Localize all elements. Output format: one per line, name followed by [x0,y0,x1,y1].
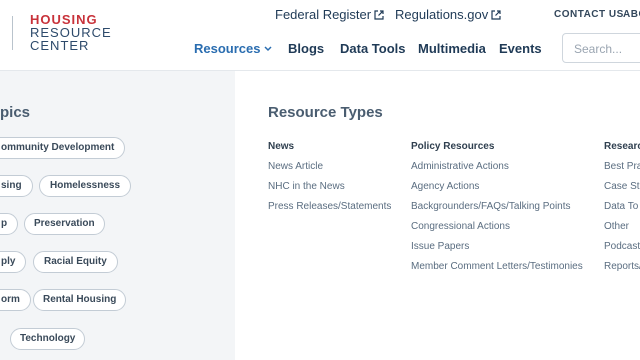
nav-multimedia[interactable]: Multimedia [418,41,486,56]
external-link-icon [491,10,501,20]
research-link[interactable]: Data To [604,201,638,212]
policy-resources-column-heading: Policy Resources [411,141,495,152]
nav-resources[interactable]: Resources [194,41,273,56]
nav-events[interactable]: Events [499,41,542,56]
about-link[interactable]: ABO [623,9,640,20]
chevron-down-icon [264,46,273,52]
research-link[interactable]: Reports/ [604,261,640,272]
site-header: HOUSING RESOURCE CENTER Federal Register… [0,0,640,71]
policy-resources-link[interactable]: Administrative Actions [411,161,509,172]
contact-us-link[interactable]: CONTACT US [554,9,624,20]
research-link[interactable]: Best Pra [604,161,640,172]
topic-pill-preservation[interactable]: Preservation [24,213,105,235]
resources-mega-menu: pics ommunity Development sing Homelessn… [0,71,640,360]
resource-types-panel: Resource Types News News Article NHC in … [235,71,640,360]
policy-resources-link[interactable]: Agency Actions [411,181,479,192]
federal-register-label: Federal Register [275,7,372,22]
logo-divider [12,16,13,50]
policy-resources-link[interactable]: Issue Papers [411,241,469,252]
topic-pill-racial-equity[interactable]: Racial Equity [33,251,118,273]
search-input[interactable]: Search... [562,33,640,63]
policy-resources-link[interactable]: Congressional Actions [411,221,510,232]
news-column-heading: News [268,141,295,152]
topic-pill-supply[interactable]: ply [0,251,27,273]
topic-pill-rental-housing[interactable]: Rental Housing [33,289,127,311]
nav-data-tools[interactable]: Data Tools [340,41,406,56]
topic-pill-technology[interactable]: Technology [10,328,86,350]
topic-pill-community-development[interactable]: ommunity Development [0,137,126,159]
topics-panel: pics ommunity Development sing Homelessn… [0,71,235,360]
research-link[interactable]: Podcast [604,241,640,252]
topic-pill-homelessness[interactable]: Homelessness [39,175,132,197]
regulations-gov-label: Regulations.gov [395,7,489,22]
topics-heading: pics [0,104,31,121]
search-placeholder: Search... [574,42,623,56]
logo-text-center[interactable]: CENTER [30,38,89,53]
regulations-gov-link[interactable]: Regulations.gov [395,7,501,22]
policy-resources-link[interactable]: Member Comment Letters/Testimonies [411,261,583,272]
topic-pill-ownership[interactable]: p [0,213,19,235]
policy-resources-link[interactable]: Backgrounders/FAQs/Talking Points [411,201,571,212]
research-link[interactable]: Other [604,221,629,232]
federal-register-link[interactable]: Federal Register [275,7,384,22]
nav-blogs[interactable]: Blogs [288,41,324,56]
resource-types-heading: Resource Types [268,104,383,121]
news-link[interactable]: News Article [268,161,323,172]
topic-pill-housing[interactable]: sing [0,175,33,197]
research-column-heading: Researc [604,141,640,152]
topic-pill-reform[interactable]: orm [0,289,31,311]
news-link[interactable]: Press Releases/Statements [268,201,391,212]
research-link[interactable]: Case St [604,181,640,192]
nav-resources-label: Resources [194,41,261,56]
news-link[interactable]: NHC in the News [268,181,345,192]
external-link-icon [374,10,384,20]
